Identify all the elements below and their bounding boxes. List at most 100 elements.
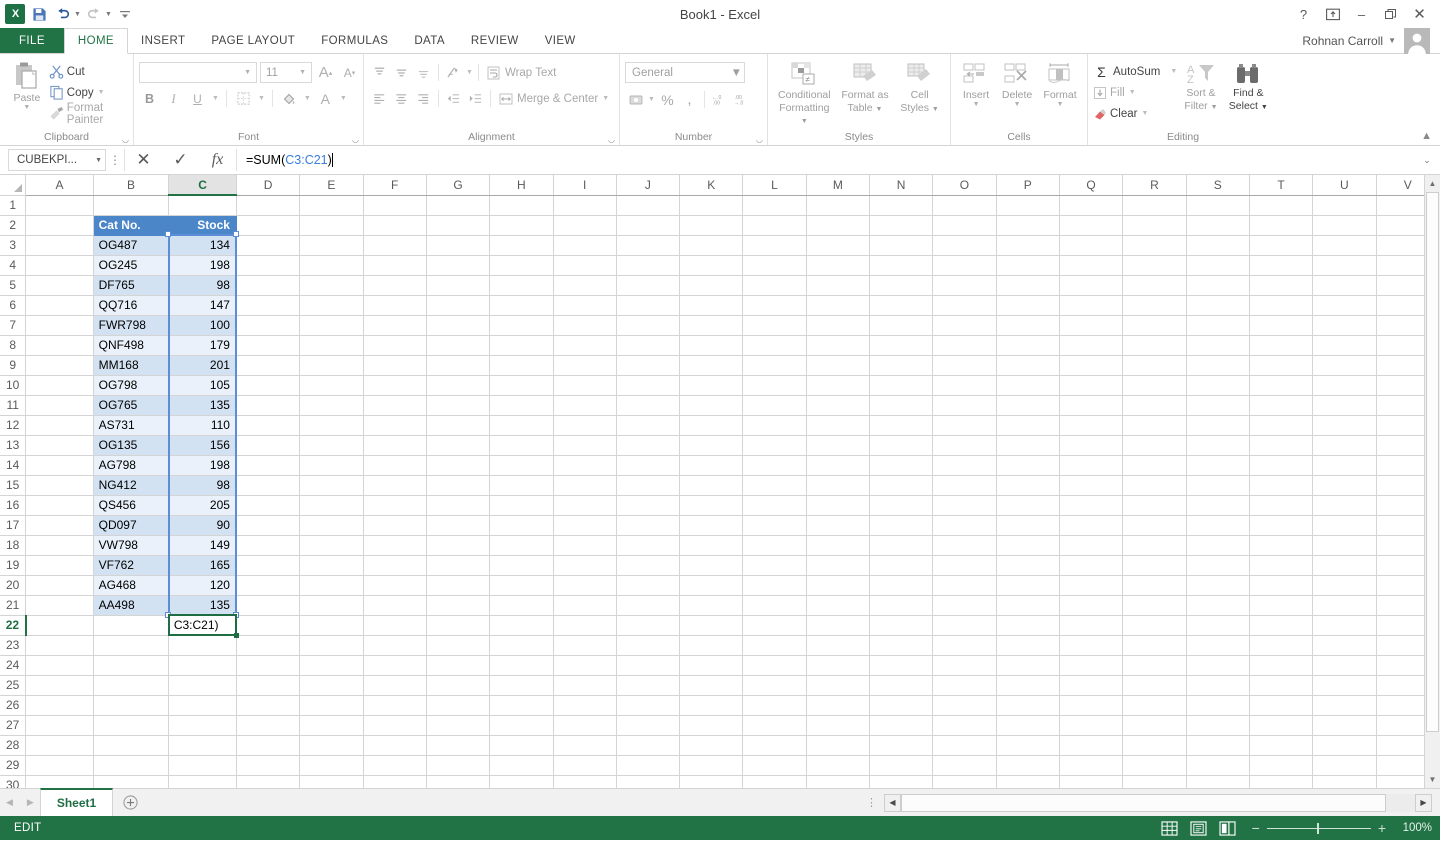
previous-sheet-icon[interactable]: ◀ xyxy=(6,797,13,808)
cell-I24[interactable] xyxy=(553,655,617,676)
cell-N6[interactable] xyxy=(869,295,934,316)
cell-B14[interactable]: AG798 xyxy=(93,455,170,476)
cell-I3[interactable] xyxy=(553,235,617,256)
cell-K28[interactable] xyxy=(679,735,744,756)
row-header-8[interactable]: 8 xyxy=(0,335,27,356)
cell-P1[interactable] xyxy=(996,195,1060,216)
cell-S30[interactable] xyxy=(1186,775,1250,788)
scroll-left-icon[interactable]: ◀ xyxy=(884,793,901,812)
cell-G10[interactable] xyxy=(426,375,491,396)
cell-B1[interactable] xyxy=(93,195,170,216)
cell-J9[interactable] xyxy=(616,355,681,376)
cell-D9[interactable] xyxy=(236,355,301,376)
cell-M19[interactable] xyxy=(806,555,870,576)
column-header-h[interactable]: H xyxy=(489,175,554,196)
cell-L17[interactable] xyxy=(742,515,807,536)
font-color-dropdown-icon[interactable]: ▼ xyxy=(339,95,348,102)
cell-G6[interactable] xyxy=(426,295,491,316)
cell-P26[interactable] xyxy=(996,695,1060,716)
cell-Q4[interactable] xyxy=(1059,255,1124,276)
cell-K7[interactable] xyxy=(679,315,744,336)
cell-N1[interactable] xyxy=(869,195,934,216)
cell-P12[interactable] xyxy=(996,415,1060,436)
cell-J5[interactable] xyxy=(616,275,681,296)
cell-P28[interactable] xyxy=(996,735,1060,756)
cell-C23[interactable] xyxy=(168,635,237,656)
cell-O10[interactable] xyxy=(932,375,997,396)
cell-O6[interactable] xyxy=(932,295,997,316)
cell-T20[interactable] xyxy=(1249,575,1314,596)
format-dropdown-icon[interactable]: ▼ xyxy=(1057,101,1064,108)
cell-R22[interactable] xyxy=(1122,615,1187,636)
cell-U4[interactable] xyxy=(1312,255,1377,276)
cell-M20[interactable] xyxy=(806,575,870,596)
cell-A15[interactable] xyxy=(25,475,94,496)
cell-O13[interactable] xyxy=(932,435,997,456)
normal-view-icon[interactable] xyxy=(1161,820,1178,836)
font-size-dropdown-icon[interactable]: ▼ xyxy=(296,69,309,76)
align-left-icon[interactable] xyxy=(369,88,390,109)
font-name-combo[interactable]: ▼ xyxy=(139,62,257,83)
cell-O16[interactable] xyxy=(932,495,997,516)
underline-button[interactable]: U xyxy=(187,88,208,109)
cell-J26[interactable] xyxy=(616,695,681,716)
page-break-preview-icon[interactable] xyxy=(1219,820,1236,836)
format-as-table-button[interactable]: Format as Table ▼ xyxy=(837,60,893,116)
customize-quick-access-icon[interactable] xyxy=(114,3,136,25)
cancel-formula-icon[interactable]: ✕ xyxy=(125,150,162,170)
cell-G12[interactable] xyxy=(426,415,491,436)
cell-L8[interactable] xyxy=(742,335,807,356)
formula-input[interactable]: =SUM(C3:C21) xyxy=(236,149,1414,171)
cell-E21[interactable] xyxy=(299,595,364,616)
cell-N25[interactable] xyxy=(869,675,934,696)
cell-D14[interactable] xyxy=(236,455,301,476)
cell-N19[interactable] xyxy=(869,555,934,576)
cell-F10[interactable] xyxy=(363,375,427,396)
cell-Q22[interactable] xyxy=(1059,615,1124,636)
cell-Q2[interactable] xyxy=(1059,215,1124,236)
cell-T17[interactable] xyxy=(1249,515,1314,536)
cell-C16[interactable]: 205 xyxy=(168,495,237,516)
cell-U24[interactable] xyxy=(1312,655,1377,676)
cell-R12[interactable] xyxy=(1122,415,1187,436)
cell-R3[interactable] xyxy=(1122,235,1187,256)
cell-C8[interactable]: 179 xyxy=(168,335,237,356)
cell-J28[interactable] xyxy=(616,735,681,756)
cell-Q10[interactable] xyxy=(1059,375,1124,396)
cell-P10[interactable] xyxy=(996,375,1060,396)
cell-F12[interactable] xyxy=(363,415,427,436)
cell-S25[interactable] xyxy=(1186,675,1250,696)
paste-dropdown-icon[interactable]: ▼ xyxy=(23,104,30,111)
cell-R18[interactable] xyxy=(1122,535,1187,556)
cell-K29[interactable] xyxy=(679,755,744,776)
cell-P21[interactable] xyxy=(996,595,1060,616)
cell-K4[interactable] xyxy=(679,255,744,276)
cell-E9[interactable] xyxy=(299,355,364,376)
cell-D5[interactable] xyxy=(236,275,301,296)
cell-C4[interactable]: 198 xyxy=(168,255,237,276)
cell-U20[interactable] xyxy=(1312,575,1377,596)
cell-K21[interactable] xyxy=(679,595,744,616)
cell-O24[interactable] xyxy=(932,655,997,676)
vertical-scrollbar[interactable]: ▲ ▼ xyxy=(1424,175,1440,788)
cell-Q29[interactable] xyxy=(1059,755,1124,776)
cell-B25[interactable] xyxy=(93,675,170,696)
column-header-m[interactable]: M xyxy=(806,175,870,196)
cell-B20[interactable]: AG468 xyxy=(93,575,170,596)
cell-Q18[interactable] xyxy=(1059,535,1124,556)
cell-G11[interactable] xyxy=(426,395,491,416)
row-header-3[interactable]: 3 xyxy=(0,235,27,256)
cell-N8[interactable] xyxy=(869,335,934,356)
cell-I23[interactable] xyxy=(553,635,617,656)
clear-dropdown-icon[interactable]: ▼ xyxy=(1140,110,1149,117)
cell-S15[interactable] xyxy=(1186,475,1250,496)
cell-P19[interactable] xyxy=(996,555,1060,576)
cell-E15[interactable] xyxy=(299,475,364,496)
cell-F29[interactable] xyxy=(363,755,427,776)
cell-R27[interactable] xyxy=(1122,715,1187,736)
cell-U8[interactable] xyxy=(1312,335,1377,356)
cell-I12[interactable] xyxy=(553,415,617,436)
cell-E5[interactable] xyxy=(299,275,364,296)
cell-P7[interactable] xyxy=(996,315,1060,336)
cell-L1[interactable] xyxy=(742,195,807,216)
